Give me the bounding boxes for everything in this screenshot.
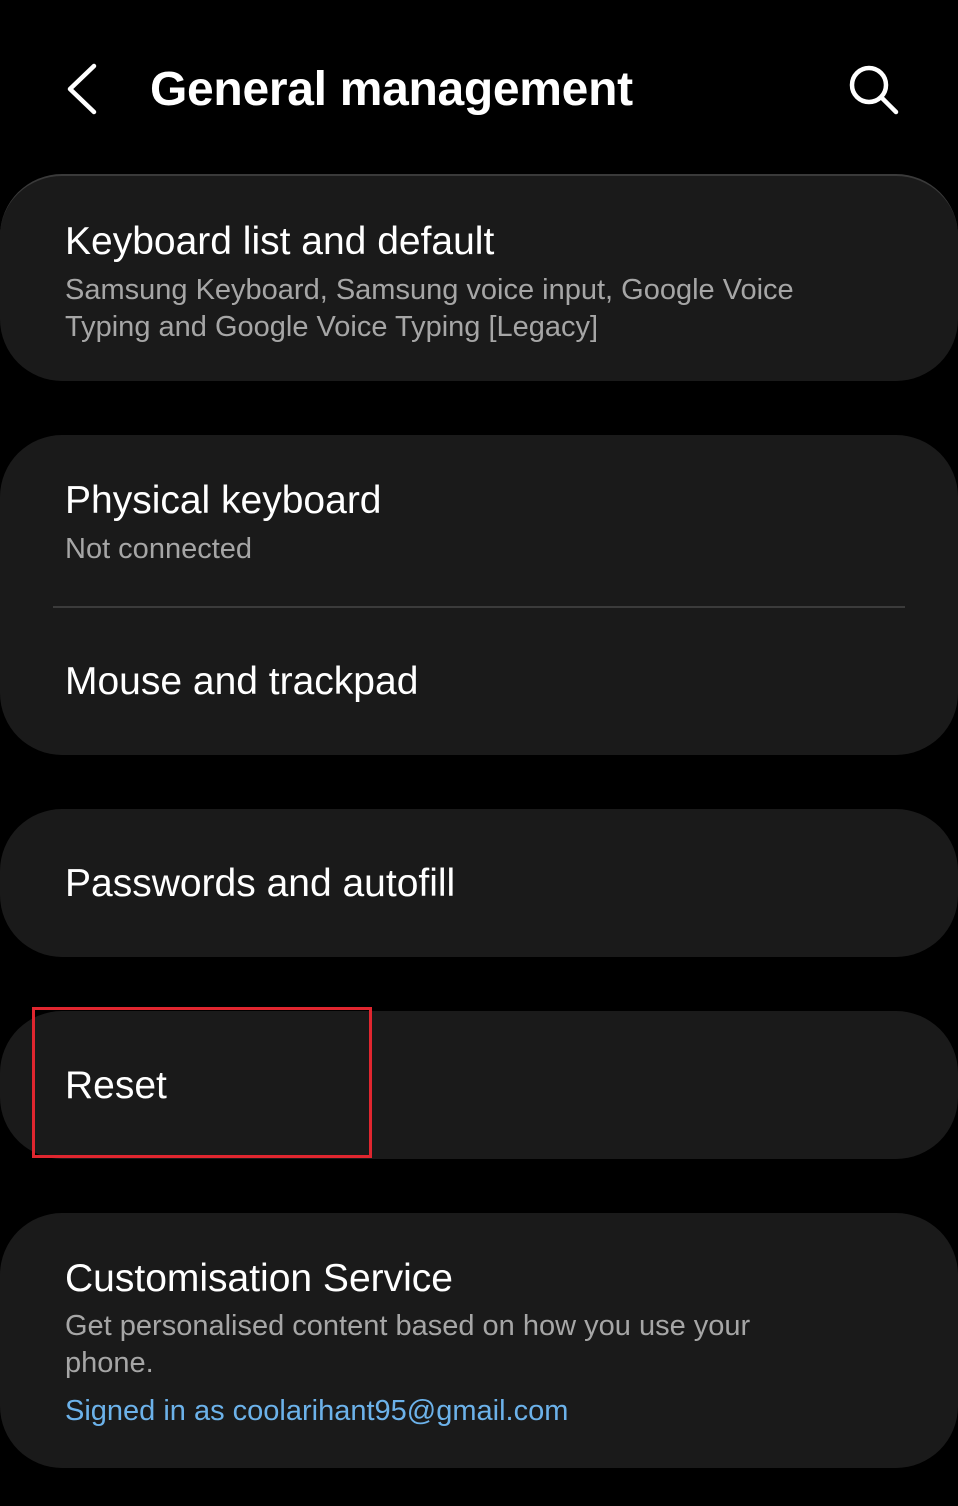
customisation-card: Customisation Service Get personalised c… — [0, 1213, 958, 1468]
reset-item[interactable]: Reset — [0, 1011, 958, 1159]
app-header: General management — [0, 0, 958, 175]
chevron-left-icon — [67, 63, 97, 115]
passwords-card: Passwords and autofill — [0, 809, 958, 957]
reset-card: Reset — [0, 1011, 958, 1159]
keyboard-list-title: Keyboard list and default — [65, 220, 495, 263]
keyboard-list-subtitle: Samsung Keyboard, Samsung voice input, G… — [65, 274, 794, 343]
input-devices-card: Physical keyboard Not connected Mouse an… — [0, 435, 958, 755]
physical-keyboard-subtitle: Not connected — [65, 533, 253, 565]
physical-keyboard-title: Physical keyboard — [65, 479, 382, 522]
back-button[interactable] — [56, 56, 112, 122]
keyboard-list-item[interactable]: Keyboard list and default Samsung Keyboa… — [0, 176, 958, 383]
search-icon — [849, 65, 899, 115]
account-link: Signed in as coolarihant95@gmail.com — [65, 1395, 569, 1427]
passwords-autofill-title: Passwords and autofill — [65, 862, 456, 905]
mouse-trackpad-title: Mouse and trackpad — [65, 660, 419, 703]
keyboard-card: Keyboard list and default Samsung Keyboa… — [0, 174, 958, 381]
mouse-trackpad-item[interactable]: Mouse and trackpad — [0, 608, 958, 755]
page-title: General management — [150, 63, 633, 116]
customisation-service-item[interactable]: Customisation Service Get personalised c… — [0, 1213, 958, 1468]
physical-keyboard-item[interactable]: Physical keyboard Not connected — [0, 435, 958, 606]
customisation-service-title: Customisation Service — [65, 1257, 453, 1300]
reset-title: Reset — [65, 1064, 167, 1107]
passwords-autofill-item[interactable]: Passwords and autofill — [0, 809, 958, 957]
search-button[interactable] — [840, 56, 906, 122]
customisation-service-subtitle: Get personalised content based on how yo… — [65, 1310, 751, 1379]
